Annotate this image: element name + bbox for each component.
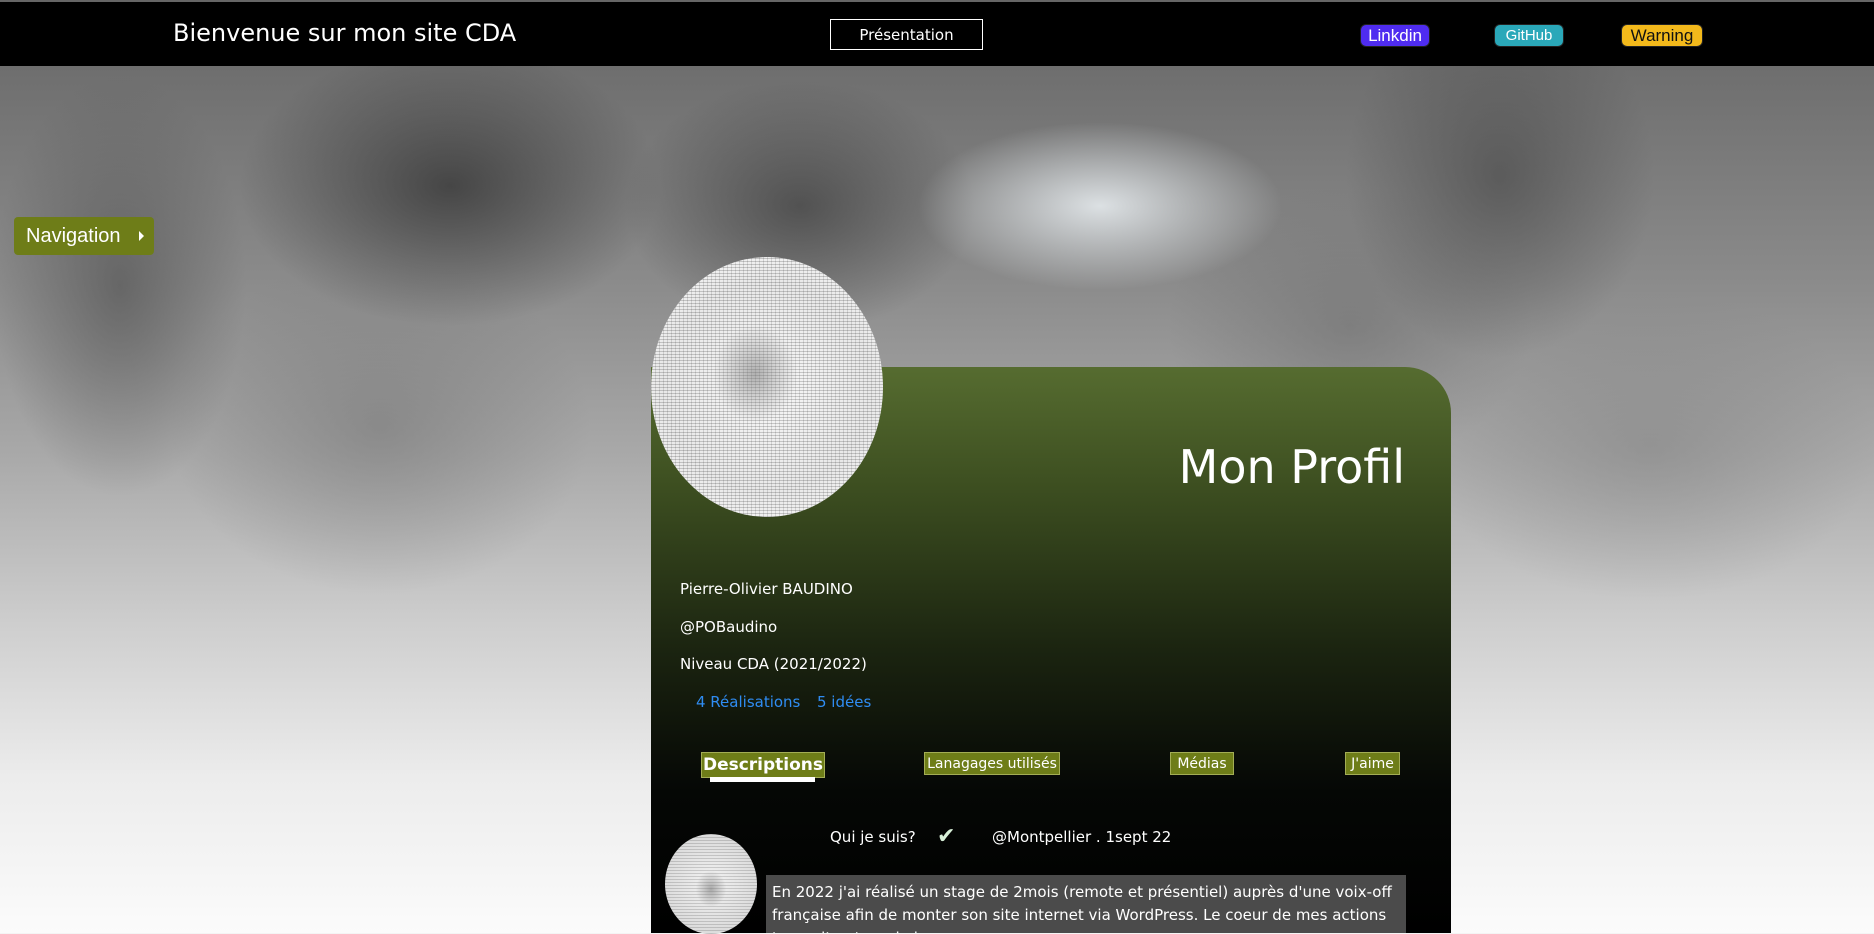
site-title: Bienvenue sur mon site CDA	[173, 19, 517, 47]
profile-title: Mon Profil	[1178, 440, 1405, 494]
tab-descriptions[interactable]: Descriptions	[701, 752, 825, 778]
github-button[interactable]: GitHub	[1494, 24, 1564, 47]
profile-level: Niveau CDA (2021/2022)	[680, 655, 867, 673]
tab-likes[interactable]: J'aime	[1345, 752, 1400, 775]
tab-media[interactable]: Médias	[1170, 752, 1234, 775]
navigation-button[interactable]: Navigation	[14, 217, 154, 255]
check-icon: ✔	[937, 824, 956, 849]
post-avatar	[665, 834, 757, 934]
post-location-date: @Montpellier . 1sept 22	[992, 828, 1172, 846]
profile-name: Pierre-Olivier BAUDINO	[680, 580, 853, 598]
tab-languages[interactable]: Lanagages utilisés	[924, 752, 1060, 775]
top-navbar: Bienvenue sur mon site CDA Présentation …	[0, 0, 1874, 66]
active-tab-underline	[710, 777, 815, 782]
post-description: En 2022 j'ai réalisé un stage de 2mois (…	[766, 875, 1406, 933]
profile-handle: @POBaudino	[680, 618, 778, 636]
navigation-label: Navigation	[26, 224, 121, 247]
realisations-link[interactable]: 4 Réalisations	[696, 693, 800, 711]
profile-avatar	[651, 257, 883, 517]
caret-right-icon	[139, 231, 144, 241]
ideas-link[interactable]: 5 idées	[817, 693, 871, 711]
post-who-label: Qui je suis?	[830, 828, 916, 846]
presentation-button[interactable]: Présentation	[830, 19, 983, 50]
linkdin-button[interactable]: Linkdin	[1360, 24, 1430, 47]
warning-button[interactable]: Warning	[1621, 24, 1703, 47]
